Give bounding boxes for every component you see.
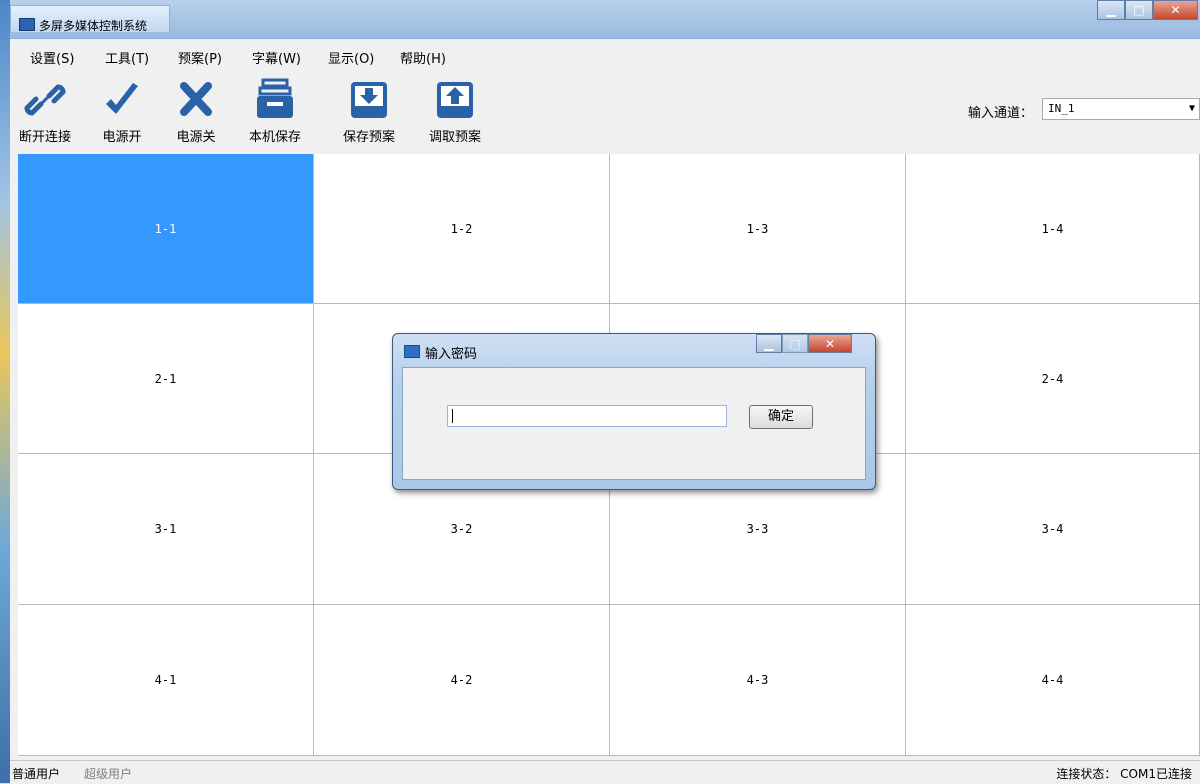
local-save-button[interactable]: 本机保存 [242,72,308,150]
window-title: 多屏多媒体控制系统 [39,19,148,33]
channel-value: IN_1 [1048,102,1075,115]
save-preset-button[interactable]: 保存预案 [336,72,402,150]
grid-cell[interactable]: 2-4 [906,304,1200,454]
desktop-strip [0,0,10,783]
load-preset-label: 调取预案 [428,130,481,145]
title-tab: 多屏多媒体控制系统 [10,5,170,33]
menu-settings[interactable]: 设置(S) [30,48,74,67]
grid-cell[interactable]: 3-4 [906,454,1200,605]
normal-user-status[interactable]: 普通用户 [12,765,60,782]
channel-select[interactable]: IN_1 ▼ [1042,98,1200,120]
app-icon [19,18,35,31]
dialog-maximize-button[interactable]: □ [782,334,808,353]
upload-tray-icon [437,82,473,118]
grid-cell[interactable]: 1-4 [906,154,1200,304]
check-icon [106,83,138,114]
dialog-minimize-button[interactable]: ▁ [756,334,782,353]
grid-cell[interactable]: 2-1 [18,304,314,454]
save-preset-label: 保存预案 [342,130,395,145]
download-tray-icon [351,82,387,118]
dialog-title: 输入密码 [425,347,478,362]
grid-cell[interactable]: 4-2 [314,605,610,756]
grid-cell[interactable]: 3-1 [18,454,314,605]
password-dialog: 输入密码 ▁ □ ✕ 确定 [392,333,876,490]
grid-cell[interactable]: 4-4 [906,605,1200,756]
status-bar: 普通用户 超级用户 连接状态： COM1已连接 [10,760,1200,784]
menu-presets[interactable]: 预案(P) [178,48,222,67]
maximize-button[interactable]: □ [1125,0,1153,20]
menu-tools[interactable]: 工具(T) [105,48,149,67]
load-preset-button[interactable]: 调取预案 [422,72,488,150]
grid-cell[interactable]: 1-1 [18,154,314,304]
chevron-down-icon: ▼ [1188,103,1195,114]
dialog-close-button[interactable]: ✕ [808,334,852,353]
cross-icon [180,82,212,116]
grid-cell[interactable]: 4-1 [18,605,314,756]
super-user-status[interactable]: 超级用户 [84,765,132,782]
menu-bar: 设置(S) 工具(T) 预案(P) 字幕(W) 显示(O) 帮助(H) [10,44,1200,68]
dialog-window-controls: ▁ □ ✕ [756,334,866,355]
channel-label: 输入通道： [968,106,1034,121]
password-input[interactable] [447,405,727,427]
power-on-label: 电源开 [102,130,142,145]
connection-status: 连接状态： COM1已连接 [1056,767,1192,781]
minimize-button[interactable]: ▁ [1097,0,1125,20]
grid-cell[interactable]: 1-2 [314,154,610,304]
dialog-app-icon [404,345,420,358]
text-caret [452,409,453,423]
title-bar: 多屏多媒体控制系统 ▁ □ ✕ [10,0,1200,39]
disconnect-label: 断开连接 [18,130,71,145]
local-save-label: 本机保存 [248,130,301,145]
menu-display[interactable]: 显示(O) [328,48,374,67]
close-button[interactable]: ✕ [1153,0,1198,20]
power-off-label: 电源关 [176,130,216,145]
ok-button[interactable]: 确定 [749,405,813,429]
save-tray-icon [257,78,293,118]
disconnect-button[interactable]: 断开连接 [10,72,80,150]
grid-cell[interactable]: 1-3 [610,154,906,304]
grid-cell[interactable]: 4-3 [610,605,906,756]
power-off-button[interactable]: 电源关 [168,72,224,150]
menu-subtitles[interactable]: 字幕(W) [252,48,301,67]
menu-help[interactable]: 帮助(H) [400,48,446,67]
power-on-button[interactable]: 电源开 [94,72,150,150]
dialog-body: 确定 [402,367,866,480]
main-window: 多屏多媒体控制系统 ▁ □ ✕ 设置(S) 工具(T) 预案(P) 字幕(W) … [0,0,1200,784]
link-icon [24,84,66,116]
